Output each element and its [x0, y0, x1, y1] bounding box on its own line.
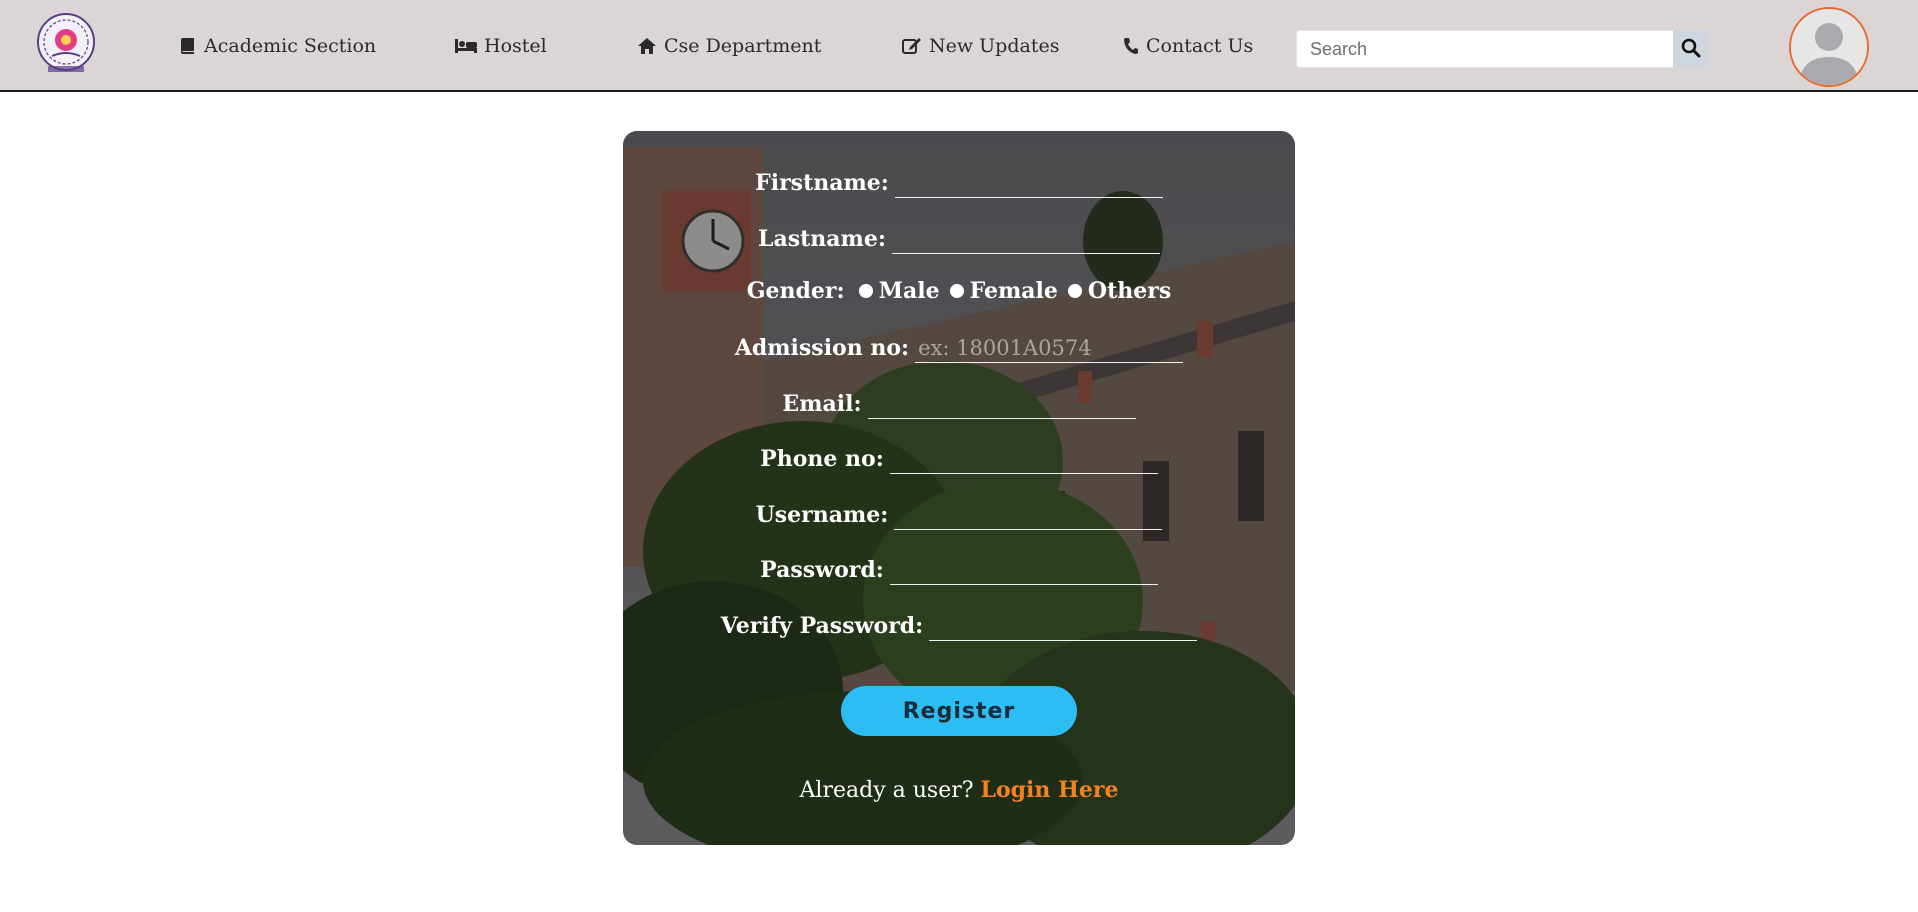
username-label: Username: [755, 502, 889, 528]
user-avatar[interactable] [1789, 7, 1869, 87]
admission-input[interactable] [915, 333, 1184, 363]
home-icon [636, 36, 658, 56]
phone-row: Phone no: [623, 440, 1295, 474]
login-prompt: Already a user? Login Here [623, 777, 1295, 803]
edit-icon [901, 36, 923, 56]
email-label: Email: [782, 391, 862, 417]
nav-cse-department[interactable]: Cse Department [636, 32, 821, 60]
lastname-input[interactable] [891, 224, 1160, 254]
verify-password-row: Verify Password: [623, 607, 1295, 641]
password-input[interactable] [889, 555, 1158, 585]
password-label: Password: [760, 557, 884, 583]
register-button[interactable]: Register [841, 686, 1077, 736]
lastname-label: Lastname: [758, 226, 886, 252]
gender-row: Gender: Male Female Others [623, 272, 1295, 306]
gender-others-radio[interactable] [1067, 284, 1082, 298]
phone-label: Phone no: [760, 446, 884, 472]
nav-new-updates[interactable]: New Updates [901, 32, 1059, 60]
gender-male-radio[interactable] [858, 284, 873, 298]
registration-card: Firstname: Lastname: Gender: Male Female… [623, 131, 1295, 845]
lastname-row: Lastname: [623, 220, 1295, 254]
gender-male-label[interactable]: Male [879, 276, 940, 306]
login-here-link[interactable]: Login Here [981, 777, 1119, 803]
phone-icon [1122, 36, 1140, 56]
admission-label: Admission no: [734, 335, 910, 361]
bed-icon [454, 36, 478, 56]
username-input[interactable] [894, 500, 1163, 530]
gender-label: Gender: [746, 278, 845, 304]
verify-password-input[interactable] [929, 611, 1198, 641]
search-button[interactable] [1673, 30, 1709, 68]
nav-academic-section[interactable]: Academic Section [176, 32, 376, 60]
book-icon [176, 36, 198, 56]
nav-contact-us[interactable]: Contact Us [1122, 32, 1253, 60]
email-row: Email: [623, 385, 1295, 419]
firstname-label: Firstname: [755, 170, 889, 196]
search-icon [1681, 38, 1701, 61]
firstname-row: Firstname: [623, 164, 1295, 198]
password-row: Password: [623, 551, 1295, 585]
gender-radio-group: Male Female Others [849, 276, 1171, 306]
nav-contact-us-label: Contact Us [1146, 35, 1254, 57]
firstname-input[interactable] [894, 168, 1163, 198]
gender-others-label[interactable]: Others [1088, 276, 1171, 306]
top-navbar: Academic Section Hostel Cse Department N… [0, 0, 1918, 92]
search-bar [1296, 30, 1709, 68]
nav-new-updates-label: New Updates [929, 35, 1060, 57]
nav-cse-department-label: Cse Department [664, 35, 822, 57]
already-user-text: Already a user? [799, 778, 974, 803]
user-avatar-icon [1791, 9, 1867, 85]
phone-input[interactable] [889, 444, 1158, 474]
gender-female-label[interactable]: Female [970, 276, 1058, 306]
nav-hostel-label: Hostel [484, 35, 547, 57]
email-input[interactable] [867, 389, 1136, 419]
admission-row: Admission no: [623, 329, 1295, 363]
gender-female-radio[interactable] [949, 284, 964, 298]
search-input[interactable] [1296, 30, 1673, 68]
verify-password-label: Verify Password: [720, 613, 924, 639]
nav-hostel[interactable]: Hostel [454, 32, 547, 60]
nav-academic-section-label: Academic Section [204, 35, 377, 57]
university-logo[interactable] [36, 10, 96, 78]
username-row: Username: [623, 496, 1295, 530]
